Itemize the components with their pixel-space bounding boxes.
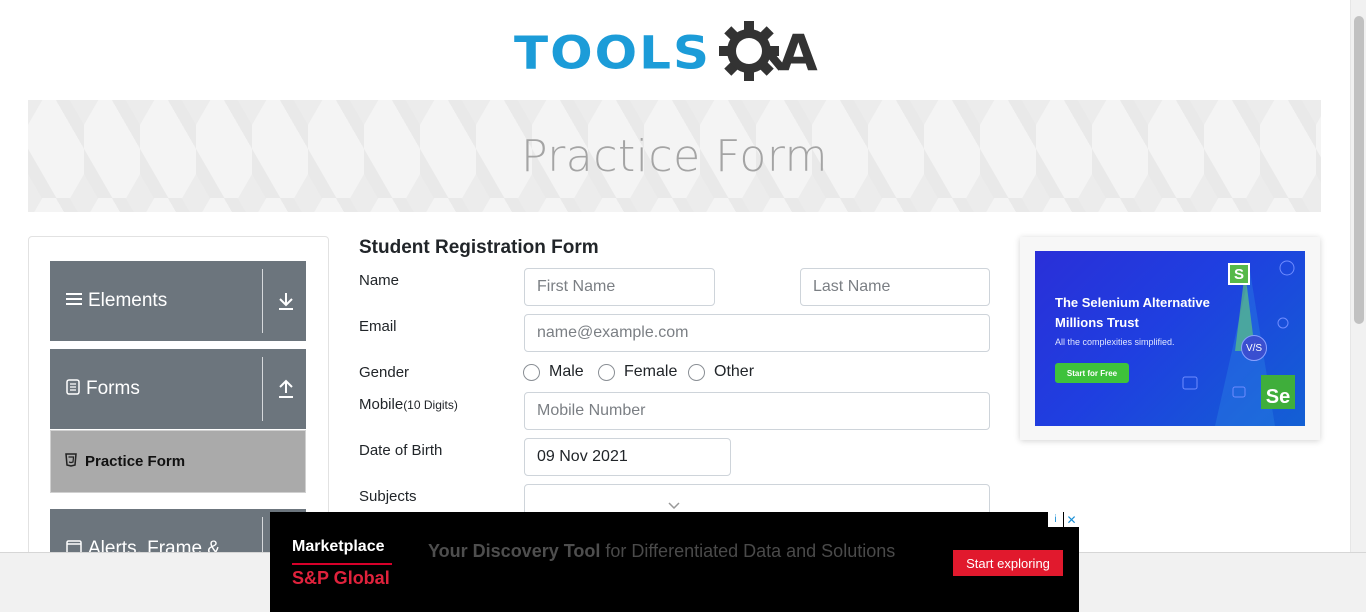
radio-label: Male [549,363,584,380]
sidebar-group-label: Alerts, Frame & [88,538,220,552]
sidebar-group-alerts[interactable]: Alerts, Frame & [50,509,306,552]
divider [262,269,263,333]
gender-radio-other[interactable]: Other [688,363,754,381]
ad-selenium-badge: Se [1261,375,1295,409]
logo-gear-icon: A [715,16,818,90]
radio-label: Female [624,363,678,380]
name-label: Name [359,272,400,289]
toolsqa-logo[interactable]: TOOLS A [514,16,818,90]
divider [262,357,263,421]
email-input[interactable] [524,314,990,352]
upload-arrow-icon[interactable] [276,377,296,401]
mobile-label: Mobile(10 Digits) [359,396,458,413]
ad-vs-badge: V/S [1241,335,1267,361]
document-icon [66,378,80,400]
bottom-advertisement[interactable]: Marketplace S&P Global Your Discovery To… [270,512,1079,612]
sidebar-item-practice-form[interactable]: Practice Form [50,430,306,493]
download-arrow-icon[interactable] [276,289,296,313]
ad-creative[interactable]: The Selenium Alternative Millions Trust … [1035,251,1305,426]
mobile-input[interactable] [524,392,990,430]
chevron-down-icon [667,497,681,510]
page-banner: Practice Form [28,100,1321,212]
dob-label: Date of Birth [359,442,443,459]
email-label: Email [359,318,397,335]
ad-s-badge: S [1228,263,1250,285]
ad-tagline-bold: Your Discovery Tool [428,541,601,561]
radio-circle[interactable] [598,363,615,381]
mobile-hint: (10 Digits) [403,398,458,412]
radio-circle[interactable] [523,363,540,381]
date-of-birth-input[interactable] [524,438,731,476]
gender-radio-male[interactable]: Male [523,363,584,381]
subjects-label: Subjects [359,488,417,505]
ad-brand-spglobal: S&P Global [292,568,390,588]
sidebar: Elements Forms Practice Form Alerts, Fra… [28,236,329,552]
ad-start-exploring-button[interactable]: Start exploring [953,550,1063,576]
ad-brand-marketplace: Marketplace [292,538,385,555]
radio-label: Other [714,363,755,380]
vertical-scrollbar[interactable] [1350,0,1366,552]
gender-label: Gender [359,364,410,381]
divider [262,517,263,552]
page-title: Practice Form [520,130,829,182]
logo-letter-a: A [779,24,818,82]
radio-circle[interactable] [688,363,705,381]
form-title: Student Registration Form [359,237,599,258]
ad-info-icon[interactable]: i [1048,512,1063,527]
sidebar-group-elements[interactable]: Elements [50,261,306,341]
sidebar-item-label: Practice Form [85,453,186,470]
ad-close-icon[interactable]: ✕ [1064,512,1079,527]
ad-start-free-button[interactable]: Start for Free [1055,363,1129,383]
side-advertisement[interactable]: The Selenium Alternative Millions Trust … [1020,237,1320,440]
first-name-input[interactable] [524,268,715,306]
window-icon [66,539,82,552]
mobile-label-text: Mobile [359,396,404,413]
ad-headline: The Selenium Alternative Millions Trust [1055,295,1210,330]
html5-icon [65,453,77,470]
last-name-input[interactable] [800,268,990,306]
ad-brand-divider [292,563,392,565]
page-viewport: TOOLS A Practice Form Elements Forms Pra… [0,0,1350,552]
sidebar-group-forms[interactable]: Forms [50,349,306,429]
sidebar-group-label: Elements [88,290,168,311]
ad-subtext: All the complexities simplified. [1055,337,1175,347]
scrollbar-thumb[interactable] [1354,16,1364,324]
sidebar-group-label: Forms [86,378,140,399]
ad-tagline-rest: for Differentiated Data and Solutions [600,541,896,561]
hamburger-icon [66,292,82,311]
ad-tagline: Your Discovery Tool for Differentiated D… [428,541,895,562]
logo-text: TOOLS [514,26,711,80]
gender-radio-female[interactable]: Female [598,363,677,381]
